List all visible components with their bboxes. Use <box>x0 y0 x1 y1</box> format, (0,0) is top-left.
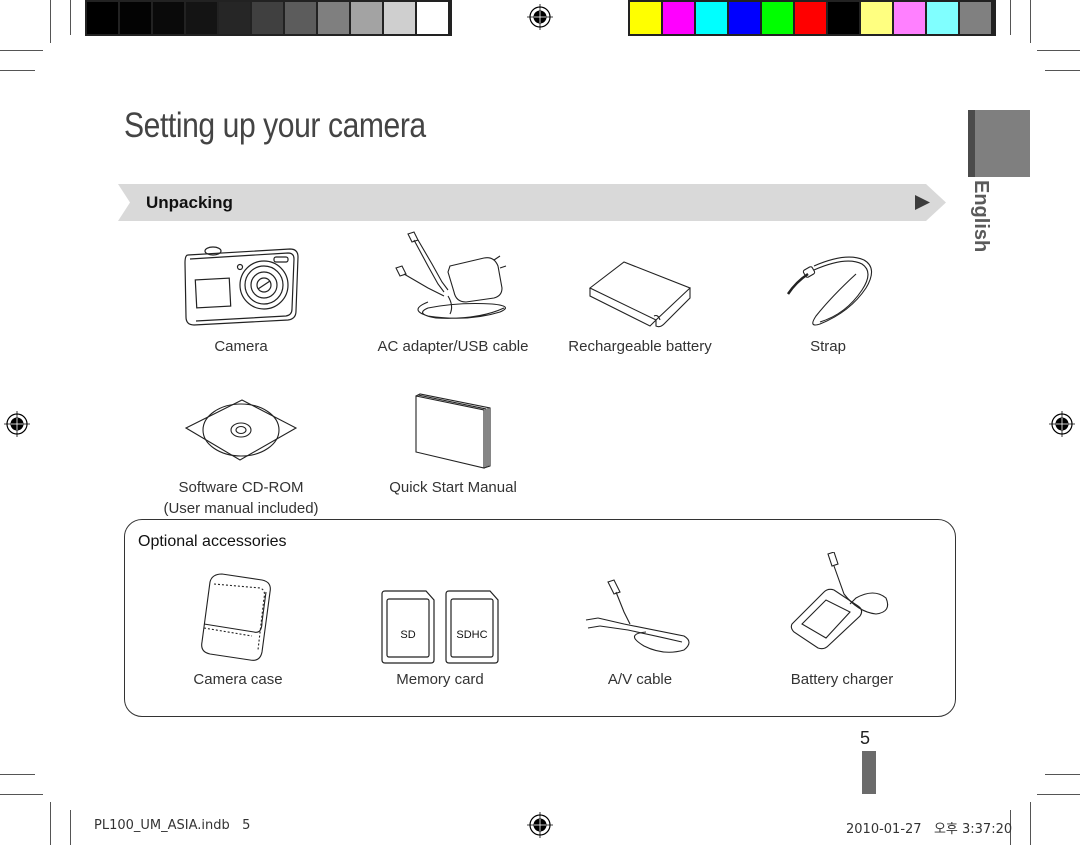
item-label-strap: Strap <box>810 338 846 355</box>
section-banner <box>118 184 946 221</box>
cmyk-color-bar <box>628 0 996 36</box>
gray-swatch <box>252 2 283 34</box>
sd-card-label: SD <box>400 629 415 641</box>
item-label-manual: Quick Start Manual <box>389 479 517 496</box>
gray-swatch <box>384 2 415 34</box>
crop-mark <box>1010 0 1011 35</box>
battery-icon <box>588 261 692 328</box>
crop-mark <box>0 774 35 775</box>
color-swatch <box>630 2 661 34</box>
item-label-av-cable: A/V cable <box>607 671 673 688</box>
language-tab <box>968 110 1030 177</box>
gray-swatch <box>120 2 151 34</box>
av-cable-icon <box>585 579 690 653</box>
slug-timestamp: 2010-01-27 오후 3:37:20 <box>846 822 1013 837</box>
crop-mark <box>1037 794 1080 795</box>
page-number-tab <box>862 751 876 794</box>
color-swatch <box>861 2 892 34</box>
color-swatch <box>894 2 925 34</box>
item-sublabel-cd-rom: (User manual included) <box>163 500 319 517</box>
crop-mark <box>50 0 51 43</box>
battery-charger-icon <box>790 552 889 650</box>
crop-mark <box>1045 70 1080 71</box>
gray-swatch <box>351 2 382 34</box>
color-swatch <box>795 2 826 34</box>
crop-mark <box>1037 50 1080 51</box>
section-heading-unpacking: Unpacking <box>146 193 233 212</box>
gray-swatch <box>219 2 250 34</box>
item-label-camera-case: Camera case <box>193 671 283 688</box>
color-swatch <box>696 2 727 34</box>
color-swatch <box>729 2 760 34</box>
gray-swatch <box>153 2 184 34</box>
gray-swatch <box>87 2 118 34</box>
color-swatch <box>960 2 991 34</box>
section-heading-optional: Optional accessories <box>138 533 287 550</box>
color-swatch <box>663 2 694 34</box>
crop-mark <box>50 802 51 845</box>
ac-adapter-icon <box>395 231 507 319</box>
gray-swatch <box>186 2 217 34</box>
crop-mark <box>0 50 43 51</box>
slug-filename: PL100_UM_ASIA.indb 5 <box>94 818 251 833</box>
color-swatch <box>762 2 793 34</box>
crop-mark <box>0 70 35 71</box>
language-label: English <box>970 180 992 253</box>
memory-card-icon: SD SDHC <box>381 590 499 664</box>
item-label-battery-charger: Battery charger <box>790 671 894 688</box>
cd-rom-icon <box>184 399 298 461</box>
registration-target-icon <box>1049 411 1075 437</box>
manual-icon <box>415 393 491 469</box>
grayscale-color-bar <box>85 0 452 36</box>
item-label-ac-adapter: AC adapter/USB cable <box>377 338 529 355</box>
color-swatch <box>927 2 958 34</box>
camera-icon <box>184 246 299 326</box>
gray-swatch <box>285 2 316 34</box>
registration-target-icon <box>527 812 553 838</box>
gray-swatch <box>318 2 349 34</box>
strap-icon <box>786 256 873 326</box>
crop-mark <box>1045 774 1080 775</box>
registration-target-icon <box>527 4 553 30</box>
crop-mark <box>1030 0 1031 43</box>
crop-mark <box>70 0 71 35</box>
color-swatch <box>828 2 859 34</box>
gray-swatch <box>417 2 448 34</box>
crop-mark <box>1030 802 1031 845</box>
item-label-cd-rom: Software CD-ROM <box>178 479 304 496</box>
page-title: Setting up your camera <box>124 106 426 145</box>
item-label-camera: Camera <box>214 338 268 355</box>
crop-mark <box>70 810 71 845</box>
page-number: 5 <box>860 728 871 748</box>
registration-target-icon <box>4 411 30 437</box>
crop-mark <box>0 794 43 795</box>
sdhc-card-label: SDHC <box>456 629 487 641</box>
item-label-memory-card: Memory card <box>396 671 484 688</box>
camera-case-icon <box>201 573 271 661</box>
item-label-battery: Rechargeable battery <box>568 338 712 355</box>
